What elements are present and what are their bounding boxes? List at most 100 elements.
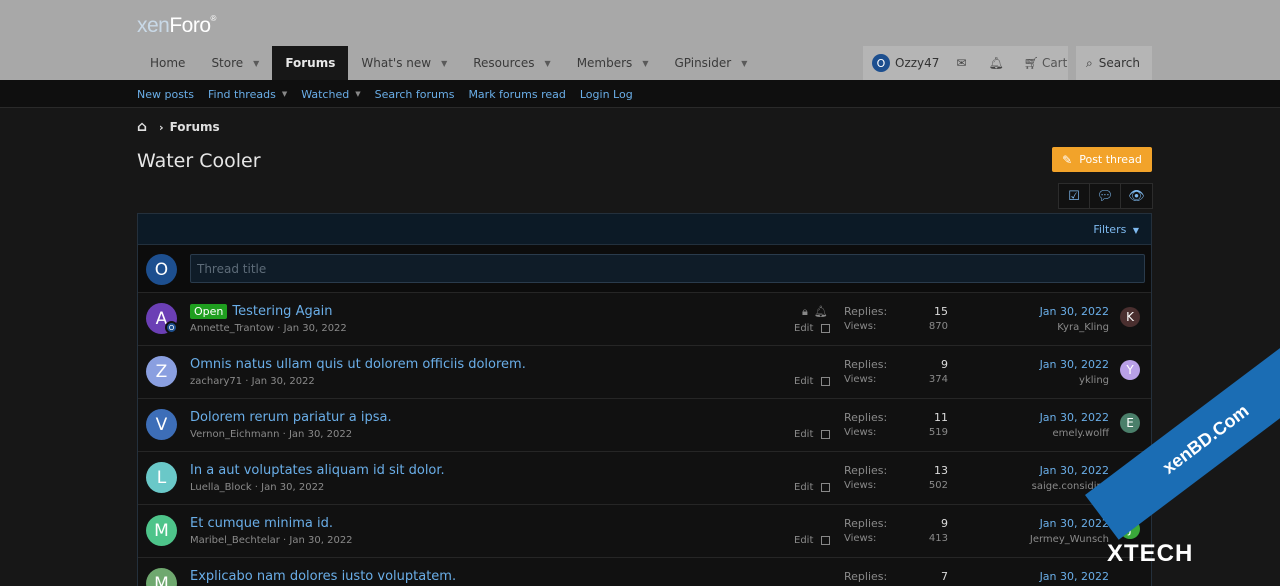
last-post-date[interactable]: Jan 30, 2022 [1040,517,1109,530]
last-post-date[interactable]: Jan 30, 2022 [1040,464,1109,477]
thread-title-input[interactable] [190,254,1145,283]
nav-tab-store[interactable]: Store ▼ [198,46,272,80]
thread-date[interactable]: Jan 30, 2022 [289,535,352,546]
inbox-icon[interactable]: ✉ [956,56,966,70]
avatar[interactable]: M [146,515,177,546]
thread-author[interactable]: Annette_Trantow [190,323,274,334]
comment-icon[interactable]: 💬︎ [1090,184,1121,208]
avatar[interactable]: V [146,409,177,440]
thread-date[interactable]: Jan 30, 2022 [289,429,352,440]
avatar[interactable]: K [1120,307,1140,327]
search-label: Search [1098,56,1140,70]
last-post-date[interactable]: Jan 30, 2022 [1040,570,1109,583]
thread-title-text: Explicabo nam dolores iusto voluptatem. [190,569,457,584]
edit-link[interactable]: Edit [794,429,831,440]
thread-title[interactable]: Explicabo nam dolores iusto voluptatem. [190,569,456,584]
edit-link[interactable]: Edit [794,482,831,493]
select-checkbox[interactable] [821,536,831,545]
caret-down-icon[interactable]: ▼ [253,59,259,68]
views-count: 502 [928,480,948,491]
user-name[interactable]: Ozzy47 [895,56,939,70]
thread-author[interactable]: Luella_Block [190,482,252,493]
nav-tab-label: Home [150,56,186,70]
edit-link[interactable]: Edit [794,535,831,546]
last-post-user[interactable]: ykling [1079,375,1109,386]
subnav-search-forums[interactable]: Search forums [375,88,455,101]
nav-tab-forums[interactable]: Forums [272,46,349,80]
filters-button[interactable]: Filters ▼ [1093,223,1139,236]
edit-link[interactable]: Edit [794,376,831,387]
thread-date[interactable]: Jan 30, 2022 [261,482,324,493]
thread-date[interactable]: Jan 30, 2022 [252,376,315,387]
nav-tab-label: Forums [285,56,336,70]
site-logo[interactable]: xenForo® [137,14,216,38]
avatar[interactable]: E [1120,413,1140,433]
select-checkbox[interactable] [821,324,831,333]
thread-meta: Annette_Trantow · Jan 30, 2022 [190,323,347,334]
nav-tab-members[interactable]: Members ▼ [564,46,662,80]
thread-author[interactable]: Maribel_Bechtelar [190,535,280,546]
nav-tab-what-s-new[interactable]: What's new ▼ [348,46,460,80]
caret-down-icon[interactable]: ▼ [741,59,747,68]
quick-thread: O [138,245,1151,293]
caret-down-icon[interactable]: ▼ [642,59,648,68]
caret-down-icon[interactable]: ▼ [282,90,287,98]
select-checkbox[interactable] [821,430,831,439]
caret-down-icon[interactable]: ▼ [355,90,360,98]
avatar[interactable]: M [146,568,177,586]
last-post-user[interactable]: Jermey_Wunsch [1030,534,1109,545]
thread-date[interactable]: Jan 30, 2022 [284,323,347,334]
select-checkbox[interactable] [821,377,831,386]
subnav-watched[interactable]: Watched ▼ [301,88,360,101]
cart-label[interactable]: Cart [1042,56,1067,70]
breadcrumb: ⌂ › Forums [137,119,220,135]
filter-bar: Filters ▼ [138,214,1151,245]
subnav-login-log[interactable]: Login Log [580,88,633,101]
subnav-find-threads[interactable]: Find threads ▼ [208,88,287,101]
post-thread-button[interactable]: ✎ Post thread [1052,147,1152,172]
thread-meta: Vernon_Eichmann · Jan 30, 2022 [190,429,353,440]
thread-author[interactable]: Vernon_Eichmann [190,429,279,440]
last-post-date[interactable]: Jan 30, 2022 [1040,305,1109,318]
user-avatar[interactable]: O [872,54,890,72]
last-post-user[interactable]: Kyra_Kling [1057,322,1109,333]
subnav-mark-forums-read[interactable]: Mark forums read [468,88,565,101]
thread-author[interactable]: zachary71 [190,376,242,387]
watch-icon[interactable]: 👁︎ [1121,184,1152,208]
avatar[interactable]: Z [146,356,177,387]
bell-icon[interactable]: 🔔︎ [988,56,1003,70]
subnav-label: Login Log [579,87,633,101]
thread-title[interactable]: In a aut voluptates aliquam id sit dolor… [190,463,445,478]
nav-tab-resources[interactable]: Resources ▼ [460,46,563,80]
breadcrumb-forums[interactable]: Forums [170,120,220,134]
thread-list: A O Open Testering Again Annette_Trantow · J… [138,293,1151,586]
home-icon[interactable]: ⌂ [137,119,147,135]
avatar[interactable]: L [146,462,177,493]
caret-down-icon[interactable]: ▼ [545,59,551,68]
last-post-user[interactable]: emely.wolff [1053,428,1109,439]
select-checkbox[interactable] [821,483,831,492]
main-nav: Home Store ▼ Forums What's new ▼ Resources ▼ Mem… [137,46,760,80]
nav-tab-home[interactable]: Home [137,46,198,80]
last-post-date[interactable]: Jan 30, 2022 [1040,411,1109,424]
logo-xen-text: xen [137,14,170,37]
thread-row: V Dolorem rerum pariatur a ipsa. Vernon_Ei… [138,399,1151,452]
last-post-date[interactable]: Jan 30, 2022 [1040,358,1109,371]
thread-prefix-label[interactable]: Open [190,304,228,319]
mark-read-icon[interactable]: ☑ [1059,184,1090,208]
thread-title[interactable]: Omnis natus ullam quis ut dolorem offici… [190,357,526,372]
search-button[interactable]: ⌕ Search [1076,46,1152,80]
thread-meta: Luella_Block · Jan 30, 2022 [190,482,325,493]
caret-down-icon[interactable]: ▼ [441,59,447,68]
subnav-new-posts[interactable]: New posts [137,88,194,101]
post-thread-label: Post thread [1079,153,1142,166]
avatar[interactable]: O [146,254,177,285]
thread-title[interactable]: Open Testering Again [190,304,333,319]
thread-title[interactable]: Dolorem rerum pariatur a ipsa. [190,410,392,425]
edit-link[interactable]: Edit [794,323,831,334]
nav-tab-gpinsider[interactable]: GPinsider ▼ [661,46,760,80]
avatar[interactable]: Y [1120,360,1140,380]
subnav-label: Search forums [374,87,455,101]
cart-icon[interactable]: 🛒︎ [1024,56,1039,70]
thread-title[interactable]: Et cumque minima id. [190,516,333,531]
